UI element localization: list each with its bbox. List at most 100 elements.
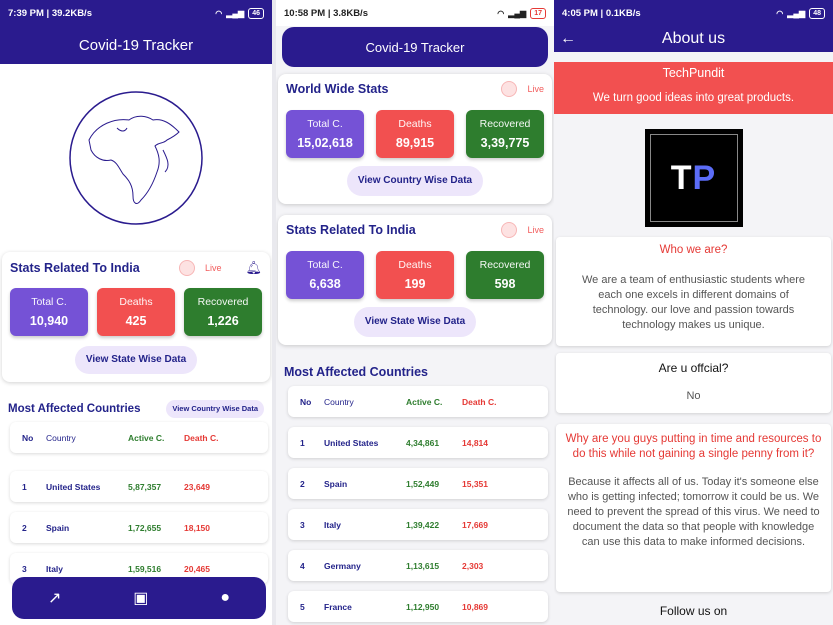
status-bar: 7:39 PM | 39.2KB/s ◠ ▂▄▆ 46	[0, 0, 272, 26]
most-affected-section: Most Affected Countries View Country Wis…	[0, 396, 272, 594]
contact-card-icon[interactable]: ▣	[133, 588, 148, 608]
rank-cell: 2	[22, 522, 27, 533]
death-cases-cell: 10,869	[462, 601, 488, 612]
signal-icon: ▂▄▆	[226, 8, 245, 18]
recovered-tile: Recovered 1,226	[184, 288, 262, 336]
rank-cell: 1	[300, 437, 305, 448]
column-header: Country	[324, 396, 354, 407]
view-country-wise-button[interactable]: View Country Wise Data	[166, 400, 264, 418]
deaths-tile: Deaths 199	[376, 251, 454, 299]
deaths-value: 199	[404, 277, 426, 291]
rank-cell: 4	[300, 560, 305, 571]
column-header: Country	[46, 432, 76, 443]
screen-about-us: 4:05 PM | 0.1KB/s ◠ ▂▄▆ 48 ← About us Te…	[554, 0, 833, 625]
country-cell: France	[324, 601, 352, 612]
view-state-wise-button[interactable]: View State Wise Data	[75, 346, 197, 374]
company-name: TechPundit	[662, 66, 725, 80]
deaths-value: 425	[125, 314, 147, 328]
country-cell: Italy	[324, 519, 342, 530]
most-affected-section: Most Affected Countries No Country Active …	[276, 358, 554, 625]
live-label: Live	[527, 225, 544, 235]
active-cases-cell: 1,72,655	[128, 522, 162, 533]
bell-icon[interactable]: 🔔︎	[245, 260, 262, 276]
deaths-value: 89,915	[395, 136, 435, 150]
world-stats-card: World Wide Stats Live Total C. 15,02,618…	[278, 74, 552, 204]
column-header: No	[22, 432, 34, 443]
live-label: Live	[527, 84, 544, 94]
rank-cell: 3	[300, 519, 305, 530]
total-cases-value: 6,638	[309, 277, 341, 291]
signal-icon: ▂▄▆	[508, 8, 527, 18]
country-cell: United States	[324, 437, 379, 448]
globe-illustration	[0, 64, 272, 252]
death-cases-cell: 2,303	[462, 560, 484, 571]
wifi-icon: ◠	[497, 8, 505, 18]
faq-answer: No	[686, 390, 701, 402]
status-time: 10:58 PM | 3.8KB/s	[284, 7, 368, 19]
company-logo: T P	[644, 129, 743, 227]
column-header: Death C.	[184, 432, 219, 443]
rank-cell: 1	[22, 481, 27, 492]
death-cases-cell: 17,669	[462, 519, 488, 530]
status-time: 4:05 PM | 0.1KB/s	[562, 7, 641, 19]
column-header: Active C.	[128, 432, 165, 443]
country-cell: Spain	[324, 478, 348, 489]
globe-icon	[69, 91, 203, 225]
deaths-tile: Deaths 89,915	[376, 110, 454, 158]
table-header-row: No Country Active C. Death C.	[10, 422, 268, 453]
follow-us-label: Follow us on	[659, 604, 728, 618]
faq-card: Who we are? We are a team of enthusiasti…	[556, 237, 831, 346]
countries-table: No Country Active C. Death C. 1 United States…	[276, 386, 554, 622]
app-bar: ← About us	[554, 26, 833, 52]
wifi-icon: ◠	[215, 8, 223, 18]
page-title: About us	[661, 30, 726, 47]
view-state-wise-button[interactable]: View State Wise Data	[354, 307, 476, 337]
back-arrow-icon[interactable]: ←	[560, 30, 576, 48]
total-cases-tile: Total C. 10,940	[10, 288, 88, 336]
section-title: Stats Related To India	[10, 261, 140, 275]
battery-icon: 46	[248, 7, 264, 19]
total-cases-value: 15,02,618	[297, 136, 353, 150]
app-bar: Covid-19 Tracker	[0, 26, 272, 64]
view-country-wise-button[interactable]: View Country Wise Data	[347, 166, 483, 196]
live-label: Live	[204, 263, 222, 273]
logo-letter-p: P	[692, 158, 717, 197]
active-cases-cell: 1,39,422	[406, 519, 440, 530]
total-cases-tile: Total C. 6,638	[286, 251, 364, 299]
battery-icon: 48	[809, 7, 825, 19]
india-stats-card: Stats Related To India Live 🔔︎ Total C. …	[2, 252, 270, 382]
section-title: Most Affected Countries	[284, 365, 428, 379]
live-dot-icon	[501, 81, 518, 97]
active-cases-cell: 1,52,449	[406, 478, 440, 489]
country-cell: United States	[46, 481, 101, 492]
battery-icon: 17	[530, 7, 546, 19]
live-dot-icon	[501, 222, 518, 238]
screen-world-stats: 10:58 PM | 3.8KB/s ◠ ▂▄▆ 17 Covid-19 Tra…	[276, 0, 554, 625]
trending-up-icon[interactable]: ↗	[48, 588, 61, 608]
death-cases-cell: 20,465	[184, 563, 210, 574]
total-cases-tile: Total C. 15,02,618	[286, 110, 364, 158]
table-row: 1 United States 4,34,861 14,814	[288, 427, 548, 458]
country-cell: Germany	[324, 560, 361, 571]
person-icon[interactable]: ●	[220, 589, 230, 607]
section-title: World Wide Stats	[286, 82, 389, 96]
countries-table: No Country Active C. Death C. 1 United States…	[0, 422, 272, 584]
active-cases-cell: 1,59,516	[128, 563, 162, 574]
column-header: Active C.	[406, 396, 443, 407]
recovered-tile: Recovered 3,39,775	[466, 110, 544, 158]
active-cases-cell: 4,34,861	[406, 437, 440, 448]
faq-card: Are u offcial? No	[556, 353, 831, 413]
faq-question: Why are you guys putting in time and res…	[565, 433, 822, 460]
table-row: 3 Italy 1,39,422 17,669	[288, 509, 548, 540]
table-row: 5 France 1,12,950 10,869	[288, 591, 548, 622]
table-row: 4 Germany 1,13,615 2,303	[288, 550, 548, 581]
status-bar: 10:58 PM | 3.8KB/s ◠ ▂▄▆ 17	[276, 0, 554, 26]
screen-home-india: 7:39 PM | 39.2KB/s ◠ ▂▄▆ 46 Covid-19 Tra…	[0, 0, 272, 625]
rank-cell: 3	[22, 563, 27, 574]
column-header: Death C.	[462, 396, 497, 407]
app-title: Covid-19 Tracker	[365, 39, 465, 55]
active-cases-cell: 1,13,615	[406, 560, 440, 571]
recovered-tile: Recovered 598	[466, 251, 544, 299]
status-time: 7:39 PM | 39.2KB/s	[8, 7, 92, 19]
recovered-value: 598	[494, 277, 516, 291]
